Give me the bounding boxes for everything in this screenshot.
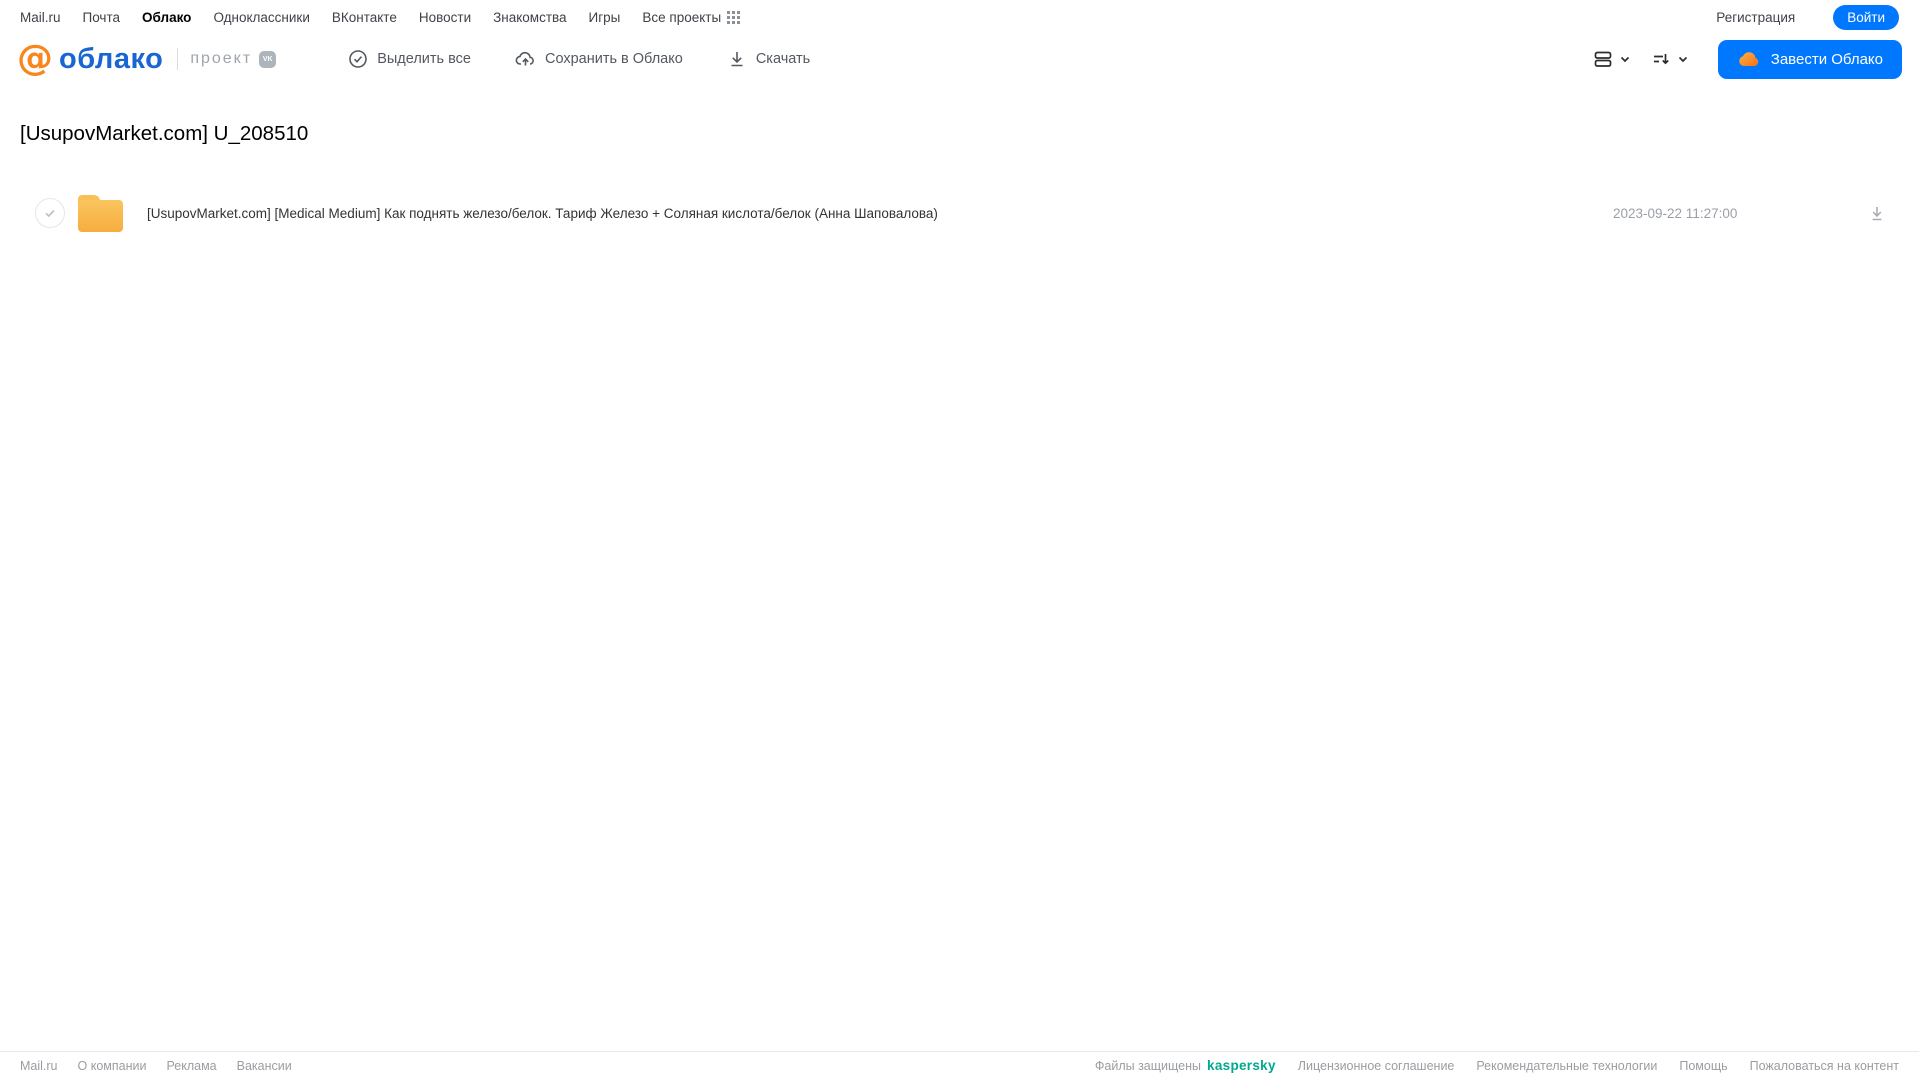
list-view-icon bbox=[1592, 48, 1614, 70]
file-name[interactable]: [UsupovMarket.com] [Medical Medium] Как … bbox=[147, 206, 1613, 221]
file-row[interactable]: [UsupovMarket.com] [Medical Medium] Как … bbox=[20, 188, 1919, 238]
footer-link-recommendation-tech[interactable]: Рекомендательные технологии bbox=[1476, 1059, 1657, 1073]
download-icon bbox=[727, 49, 747, 69]
cloud-upload-icon bbox=[515, 49, 536, 69]
footer-link-license[interactable]: Лицензионное соглашение bbox=[1298, 1059, 1455, 1073]
footer-right: Файлы защищены kaspersky Лицензионное со… bbox=[1095, 1058, 1899, 1073]
protected-label: Файлы защищены bbox=[1094, 1058, 1202, 1073]
vk-badge-icon: VK bbox=[259, 50, 277, 68]
footer-link-ads[interactable]: Реклама bbox=[166, 1059, 216, 1073]
portal-link-oblako[interactable]: Облако bbox=[142, 10, 191, 25]
portal-link-all-projects[interactable]: Все проекты bbox=[642, 10, 721, 25]
login-button[interactable]: Войти bbox=[1833, 4, 1899, 30]
check-circle-icon bbox=[348, 49, 368, 69]
toolbar-actions: Выделить все Сохранить в Облако Скачать bbox=[348, 49, 810, 69]
projects-grid-icon[interactable] bbox=[727, 10, 741, 24]
footer-link-help[interactable]: Помощь bbox=[1679, 1059, 1727, 1073]
portal-navbar: Mail.ru Почта Облако Одноклассники ВКонт… bbox=[0, 0, 1919, 34]
sort-icon bbox=[1650, 48, 1672, 70]
chevron-down-icon bbox=[1618, 52, 1632, 66]
folder-icon[interactable] bbox=[78, 194, 123, 232]
view-mode-button[interactable] bbox=[1590, 46, 1634, 72]
check-icon bbox=[43, 206, 57, 220]
portal-link-mailru[interactable]: Mail.ru bbox=[20, 10, 61, 25]
footer-link-report-content[interactable]: Пожаловаться на контент bbox=[1750, 1059, 1899, 1073]
portal-link-pochta[interactable]: Почта bbox=[83, 10, 121, 25]
page-title: [UsupovMarket.com] U_208510 bbox=[20, 122, 309, 145]
kaspersky-logo: kaspersky bbox=[1207, 1058, 1276, 1073]
kaspersky-protected: Файлы защищены kaspersky bbox=[1095, 1058, 1276, 1073]
row-checkbox[interactable] bbox=[35, 198, 65, 228]
logo-divider bbox=[177, 48, 179, 70]
footer-link-jobs[interactable]: Вакансии bbox=[237, 1059, 292, 1073]
download-label: Скачать bbox=[755, 51, 811, 67]
get-cloud-button[interactable]: Завести Облако bbox=[1717, 39, 1902, 79]
download-button[interactable]: Скачать bbox=[727, 49, 810, 69]
save-to-cloud-label: Сохранить в Облако bbox=[544, 51, 683, 67]
download-icon bbox=[1867, 203, 1887, 223]
save-to-cloud-button[interactable]: Сохранить в Облако bbox=[515, 49, 683, 69]
project-vk-label: проект bbox=[190, 50, 253, 67]
portal-link-novosti[interactable]: Новости bbox=[419, 10, 471, 25]
portal-link-odnoklassniki[interactable]: Одноклассники bbox=[213, 10, 309, 25]
portal-link-vkontakte[interactable]: ВКонтакте bbox=[332, 10, 397, 25]
footer-link-about[interactable]: О компании bbox=[78, 1059, 147, 1073]
select-all-label: Выделить все bbox=[377, 51, 471, 67]
cloud-logo[interactable]: @ облако bbox=[17, 41, 163, 77]
get-cloud-label: Завести Облако bbox=[1770, 50, 1883, 68]
registration-link[interactable]: Регистрация bbox=[1716, 10, 1795, 25]
logo-wordmark: облако bbox=[59, 42, 164, 75]
footer: Mail.ru О компании Реклама Вакансии Файл… bbox=[0, 1051, 1919, 1079]
cloud-icon bbox=[1737, 50, 1761, 68]
select-all-button[interactable]: Выделить все bbox=[348, 49, 471, 69]
file-date: 2023-09-22 11:27:00 bbox=[1613, 205, 1738, 221]
row-download-button[interactable] bbox=[1863, 199, 1891, 227]
content-area: [UsupovMarket.com] U_208510 [UsupovMarke… bbox=[0, 122, 1919, 238]
footer-link-mailru[interactable]: Mail.ru bbox=[20, 1059, 58, 1073]
chevron-down-icon bbox=[1676, 52, 1690, 66]
portal-link-znakomstva[interactable]: Знакомства bbox=[493, 10, 566, 25]
all-projects[interactable]: Все проекты bbox=[642, 10, 741, 25]
sort-button[interactable] bbox=[1648, 46, 1692, 72]
main-header: @ облако проект VK Выделить все Сохранит… bbox=[0, 34, 1919, 84]
portal-link-igry[interactable]: Игры bbox=[589, 10, 621, 25]
header-right-controls: Завести Облако bbox=[1590, 39, 1902, 79]
mailru-at-icon: @ bbox=[17, 38, 53, 79]
